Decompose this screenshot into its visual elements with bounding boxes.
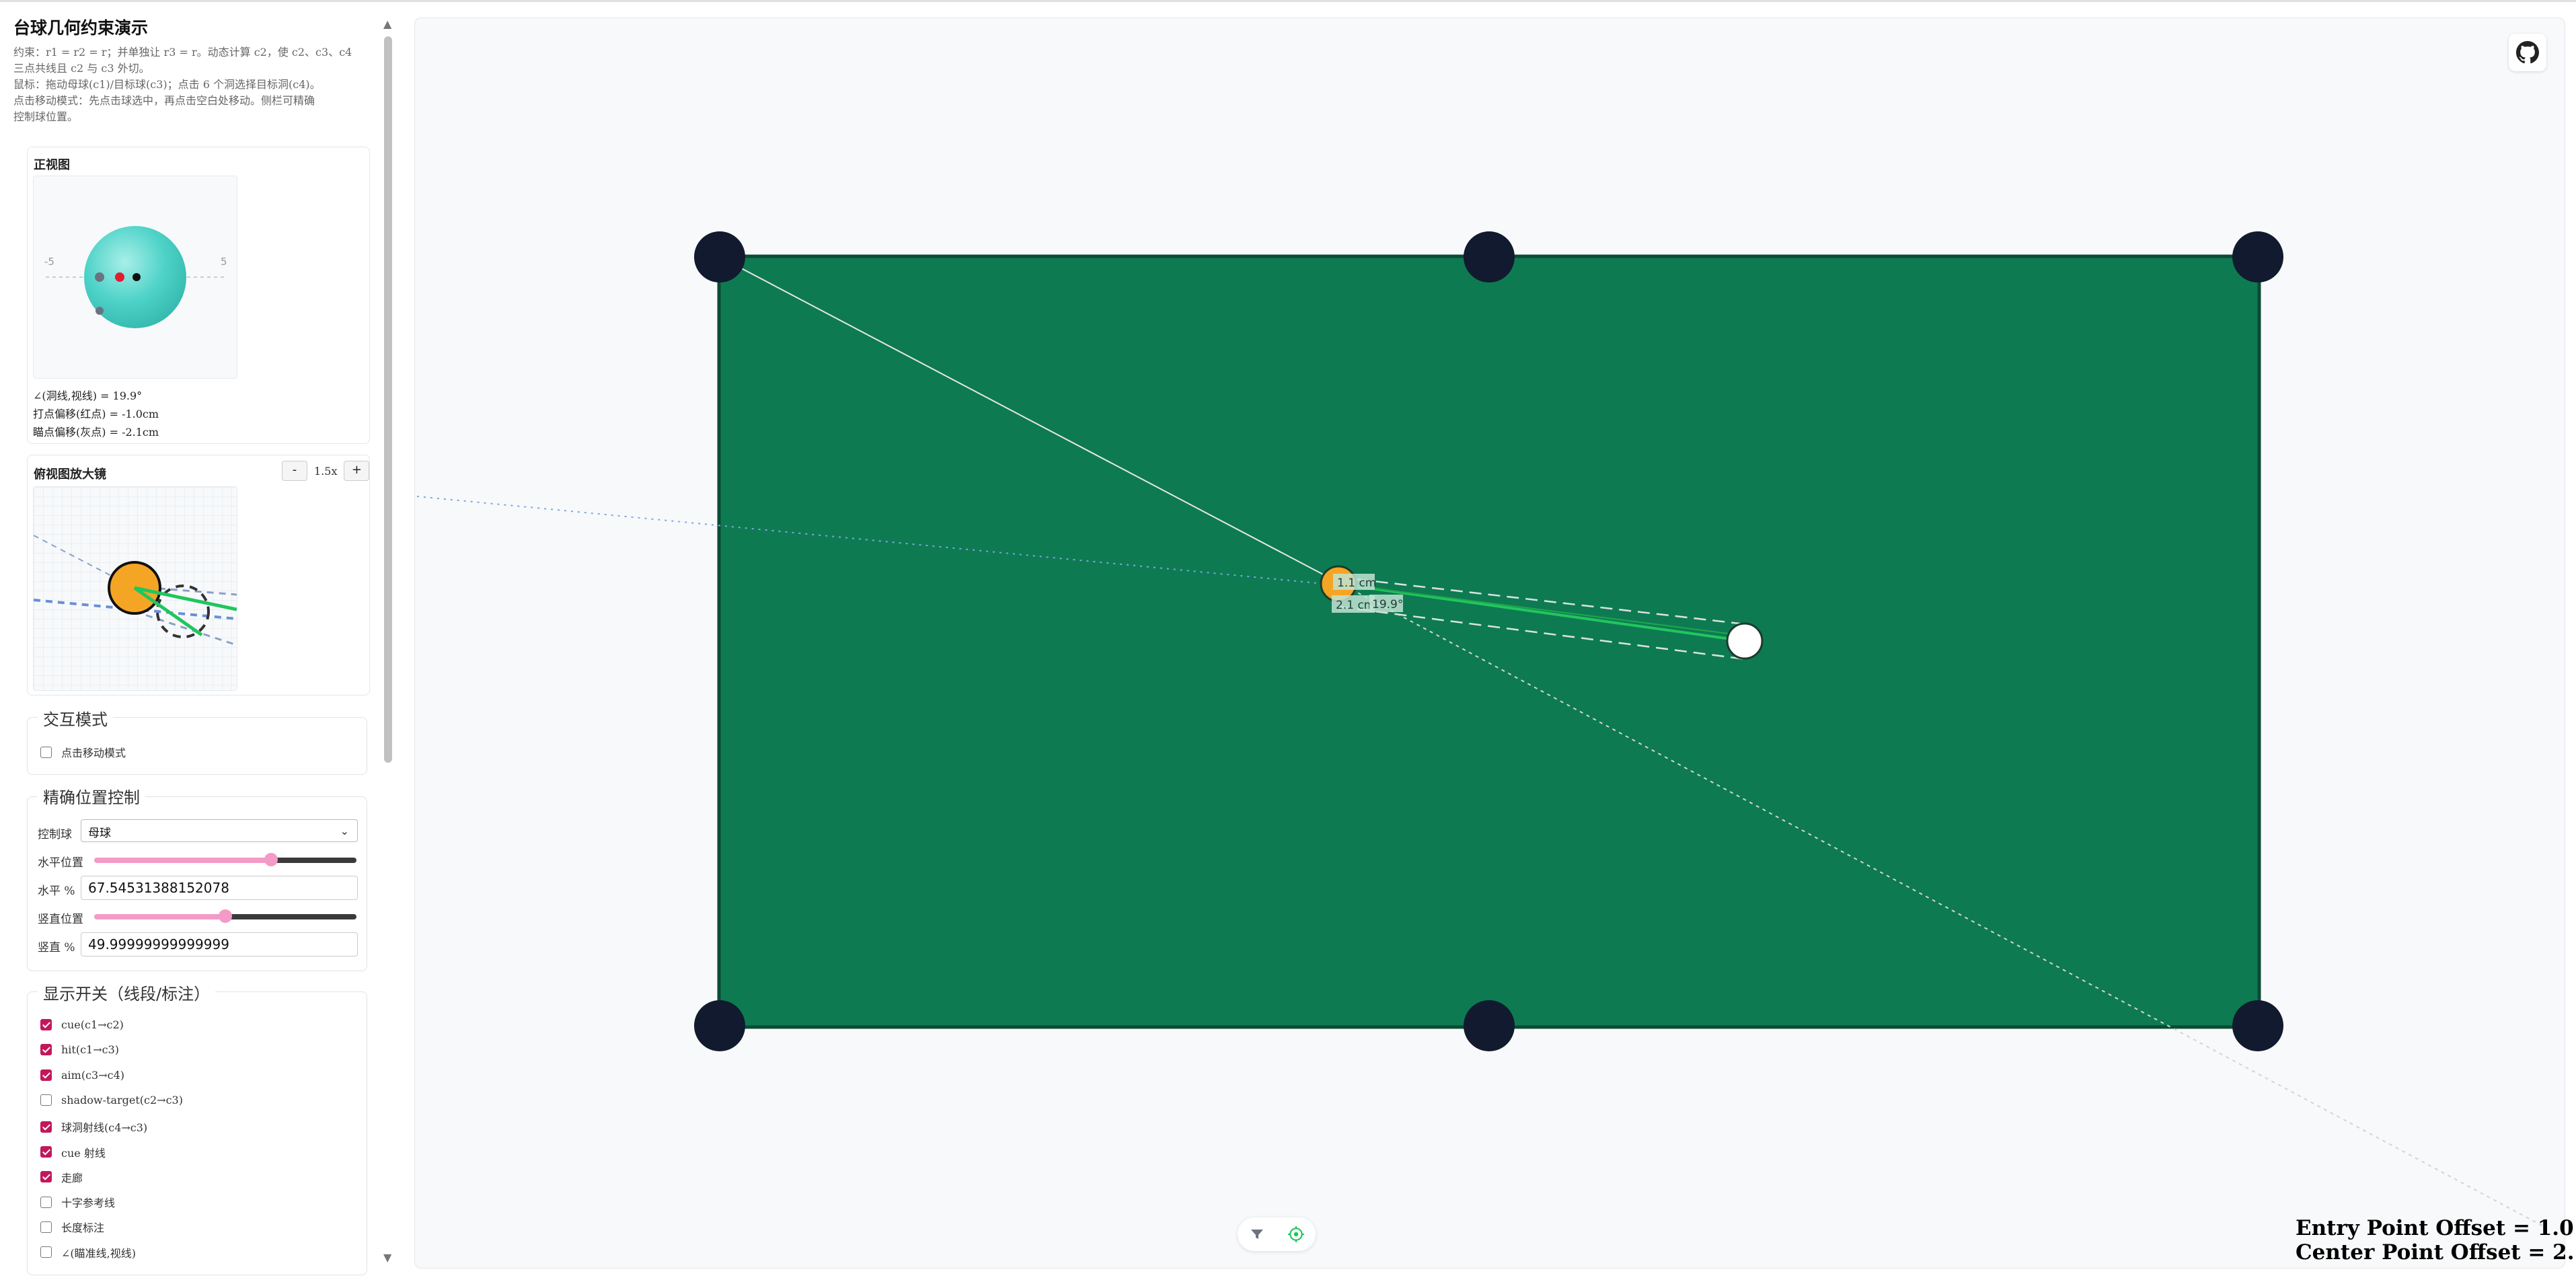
pocket-top-right[interactable] [2232, 231, 2283, 283]
center-offset-readout: Center Point Offset = 2.1 cm [2296, 1240, 2576, 1265]
pocket-bottom-left[interactable] [694, 1000, 745, 1051]
bottom-toolbar [1238, 1217, 1316, 1251]
entry-length-label: 1.1 cm [1337, 576, 1376, 590]
github-button[interactable] [2509, 34, 2546, 71]
target-icon[interactable] [1287, 1226, 1305, 1243]
pocket-bottom-right[interactable] [2232, 1000, 2283, 1051]
filter-icon[interactable] [1249, 1226, 1265, 1242]
center-length-label: 2.1 cm [1336, 599, 1375, 612]
pocket-top-left[interactable] [694, 231, 745, 283]
angle-label: 19.9° [1372, 598, 1403, 611]
entry-offset-readout: Entry Point Offset = 1.0 cm [2296, 1216, 2576, 1240]
pocket-bottom-middle[interactable] [1464, 1000, 1515, 1051]
github-icon [2516, 41, 2539, 64]
pool-table-felt[interactable] [717, 254, 2261, 1029]
cue-ball[interactable] [1726, 622, 1764, 660]
pocket-top-middle[interactable] [1464, 231, 1515, 283]
pool-table-drawing: 1.1 cm 2.1 cm 19.9° [416, 231, 2546, 1228]
